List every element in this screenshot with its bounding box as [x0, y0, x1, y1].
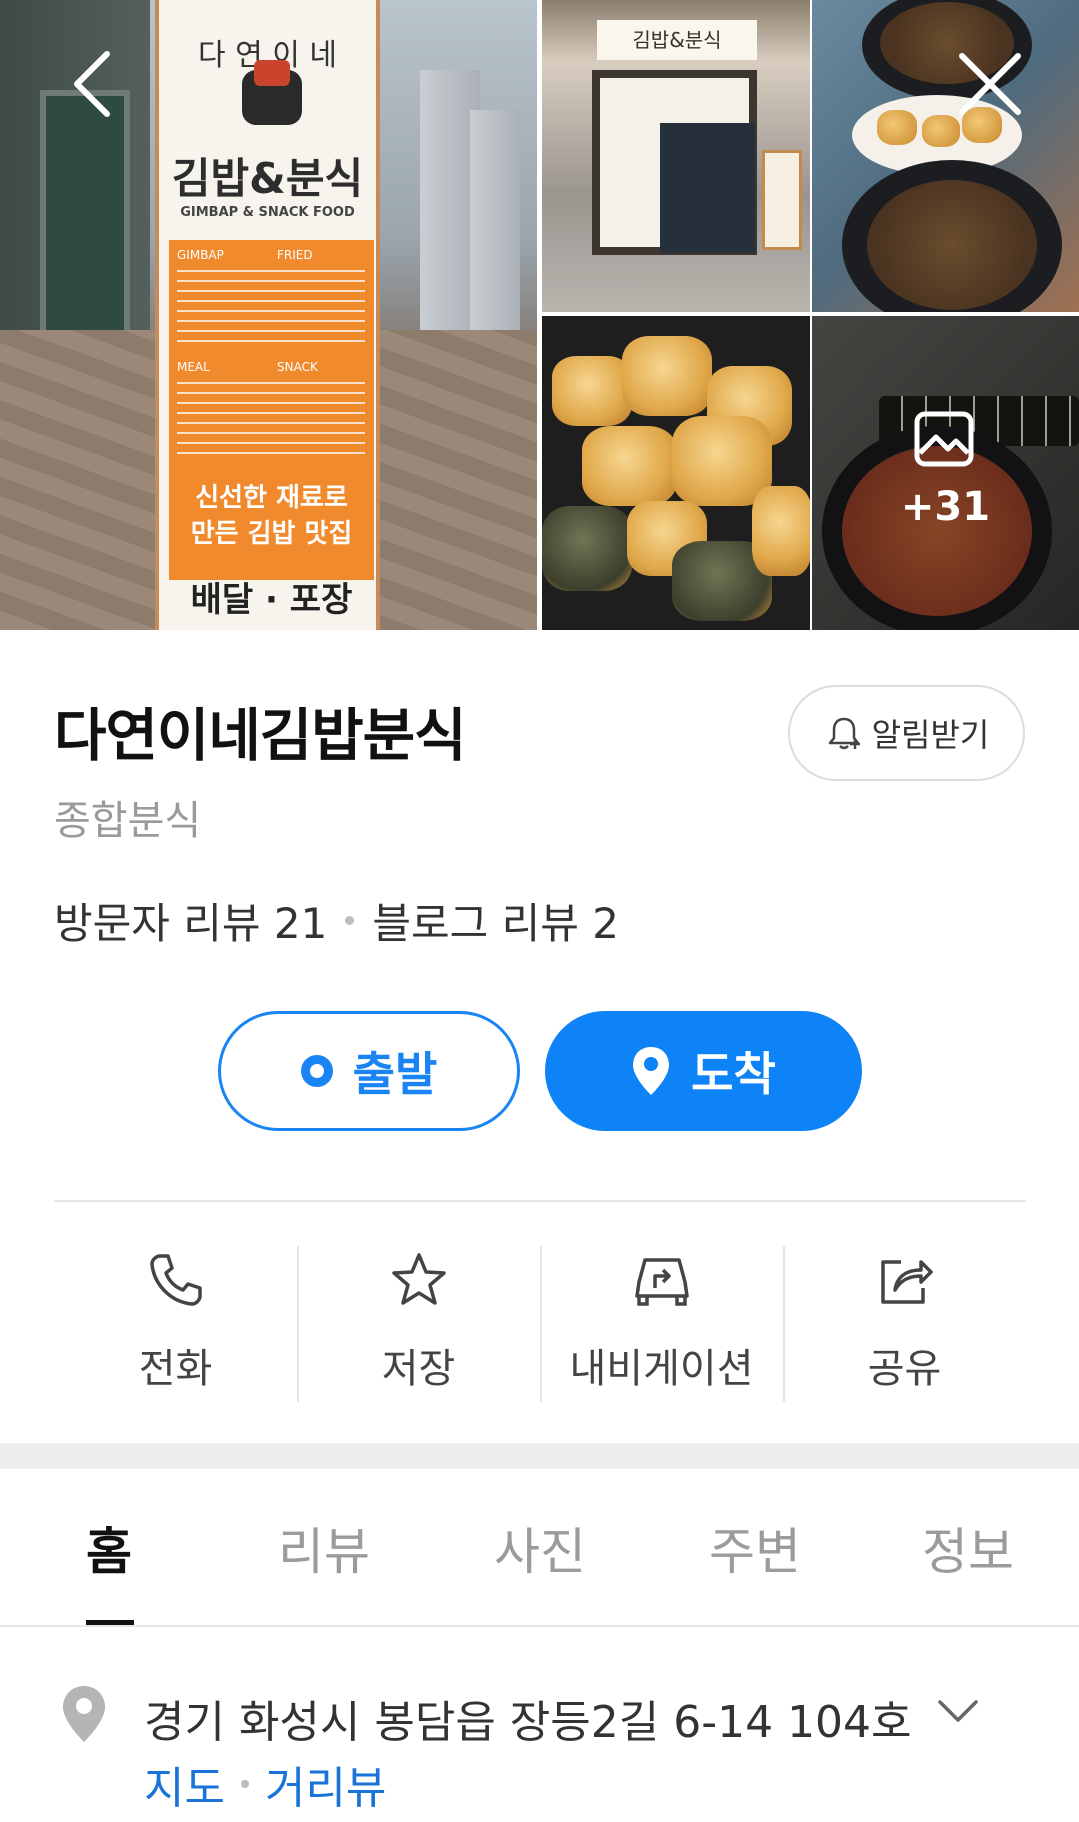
- start-point-icon: [300, 1055, 333, 1087]
- banner-title: 김밥&분식: [171, 154, 364, 203]
- banner-slogan-line: 신선한 재료로: [195, 483, 348, 513]
- action-row: 전화 저장 내비게이션 공유: [54, 1236, 1026, 1404]
- menu-header: FRIED: [277, 248, 313, 262]
- more-photos-overlay: [812, 316, 1079, 630]
- separator-dot: [240, 1780, 249, 1788]
- blog-reviews-link[interactable]: 블로그 리뷰 2: [372, 890, 619, 951]
- banner-slogan: 신선한 재료로 만든 김밥 맛집: [169, 480, 374, 552]
- apartment-tower: [470, 110, 520, 330]
- map-pin-icon: [633, 1047, 670, 1095]
- chevron-down-icon[interactable]: [936, 1698, 980, 1726]
- gallery-icon: [914, 411, 974, 467]
- star-icon: [391, 1253, 446, 1305]
- photo-noodles[interactable]: [812, 0, 1079, 312]
- streetview-link[interactable]: 거리뷰: [265, 1752, 386, 1816]
- share-icon: [880, 1260, 933, 1304]
- photo-gallery: 다 연 이 네 김밥&분식 GIMBAP & SNACK FOOD GIMBAP…: [0, 0, 1079, 630]
- tab-bar: 홈 리뷰 사진 주변 정보: [0, 1470, 1079, 1627]
- address-row[interactable]: 경기 화성시 봉담읍 장등2길 6-14 104호: [60, 1680, 1020, 1750]
- store-sign: 김밥&분식: [597, 20, 757, 60]
- divider: [54, 1200, 1026, 1202]
- phone-icon: [149, 1254, 202, 1306]
- start-label: 출발: [352, 1047, 438, 1101]
- banner-menu-board: GIMBAP FRIED MEAL SNACK 신선한 재료로 만든 김밥 맛집: [169, 240, 374, 580]
- standing-sign: [762, 150, 802, 250]
- store-banner: 다 연 이 네 김밥&분식 GIMBAP & SNACK FOOD GIMBAP…: [155, 0, 380, 630]
- tab-review[interactable]: 리뷰: [278, 1512, 370, 1584]
- tab-nearby[interactable]: 주변: [709, 1512, 801, 1584]
- menu-header: SNACK: [277, 360, 318, 374]
- close-icon[interactable]: [950, 44, 1030, 124]
- map-link[interactable]: 지도: [144, 1752, 225, 1816]
- alert-button[interactable]: 알림받기: [788, 685, 1025, 781]
- tabs-border: [0, 1625, 1079, 1627]
- share-label: 공유: [867, 1346, 942, 1392]
- photo-ramen-more[interactable]: +31: [812, 316, 1079, 630]
- place-name: 다연이네김밥분식: [54, 703, 467, 769]
- place-category: 종합분식: [54, 798, 202, 844]
- fried-item: [877, 110, 917, 145]
- navigation-label: 내비게이션: [569, 1346, 754, 1392]
- section-gap: [0, 1443, 1079, 1469]
- noodle-bowl: [842, 160, 1062, 312]
- address-links: 지도 거리뷰: [144, 1752, 386, 1816]
- banner-subtitle: GIMBAP & SNACK FOOD: [180, 205, 355, 220]
- soup: [867, 180, 1037, 310]
- store-front: [592, 70, 757, 255]
- review-summary: 방문자 리뷰 21 블로그 리뷰 2: [54, 890, 619, 951]
- separator-dot: [345, 916, 355, 925]
- tab-photo[interactable]: 사진: [494, 1512, 586, 1584]
- bell-plus-icon: [828, 717, 860, 750]
- photo-storefront[interactable]: 김밥&분식: [542, 0, 810, 312]
- navigation-button[interactable]: 내비게이션: [540, 1236, 783, 1404]
- save-label: 저장: [381, 1346, 456, 1392]
- fried-item: [552, 356, 632, 426]
- building-door: [40, 90, 130, 370]
- banner-slogan-line: 만든 김밥 맛집: [190, 519, 353, 549]
- gimbap-roll-icon: [242, 60, 302, 125]
- share-button[interactable]: 공유: [783, 1236, 1026, 1404]
- call-label: 전화: [138, 1346, 213, 1392]
- start-route-button[interactable]: 출발: [218, 1011, 520, 1131]
- fried-item: [752, 486, 810, 576]
- tab-info[interactable]: 정보: [922, 1512, 1014, 1584]
- address-text: 경기 화성시 봉담읍 장등2길 6-14 104호: [144, 1697, 912, 1748]
- fried-item: [542, 506, 632, 591]
- fried-item: [622, 336, 712, 416]
- banner-delivery: 배달 · 포장: [190, 580, 353, 620]
- call-button[interactable]: 전화: [54, 1236, 297, 1404]
- store-window: [660, 123, 755, 253]
- car-navigation-icon: [634, 1258, 689, 1306]
- menu-lines: [177, 270, 365, 350]
- menu-header: GIMBAP: [177, 248, 224, 262]
- location-pin-icon: [63, 1686, 105, 1742]
- arrive-route-button[interactable]: 도착: [545, 1011, 862, 1131]
- tab-home[interactable]: 홈: [86, 1512, 132, 1584]
- menu-lines: [177, 382, 365, 462]
- fried-item: [582, 426, 677, 506]
- visitor-reviews-link[interactable]: 방문자 리뷰 21: [54, 890, 327, 951]
- alert-label: 알림받기: [871, 716, 990, 754]
- back-icon[interactable]: [55, 44, 135, 124]
- save-button[interactable]: 저장: [297, 1236, 540, 1404]
- menu-header: MEAL: [177, 360, 210, 374]
- photo-fried-food[interactable]: [542, 316, 810, 630]
- arrive-label: 도착: [691, 1047, 776, 1101]
- more-photos-count: +31: [900, 484, 991, 530]
